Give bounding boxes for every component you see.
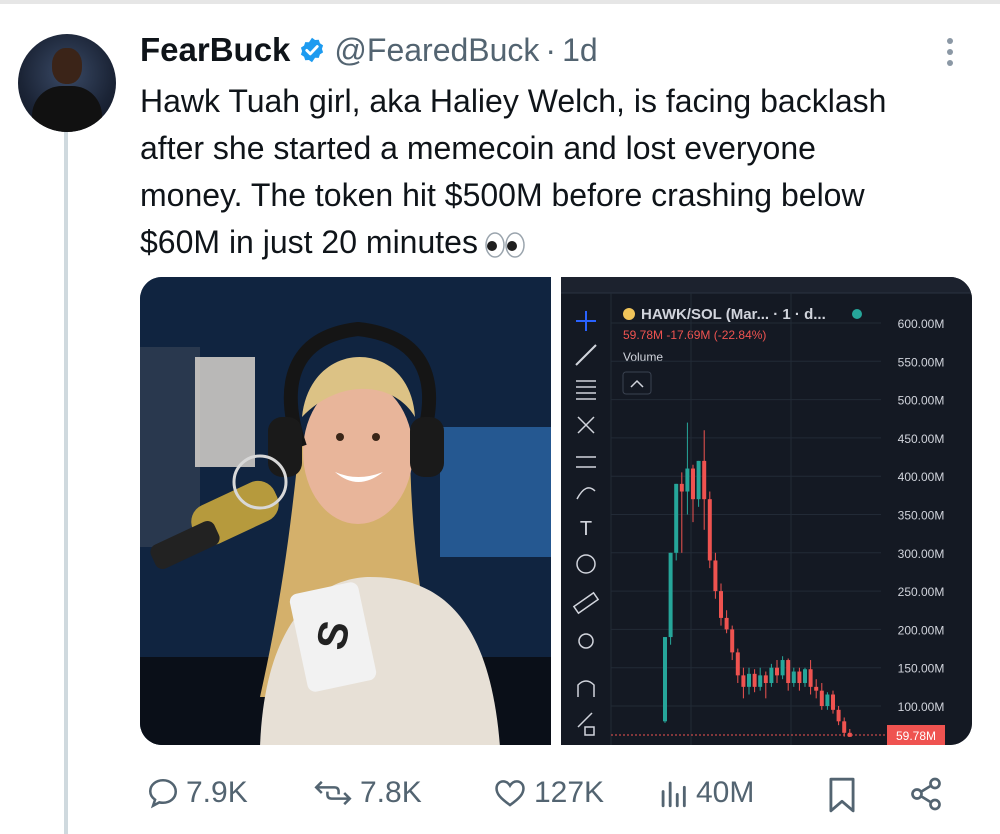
tweet-text-line-last: $60M in just 20 minutes [140,219,980,266]
candle-body [668,552,673,638]
reply-count: 7.9K [186,776,248,809]
candle-body [780,660,785,676]
top-divider [0,0,1000,4]
like-count: 127K [534,776,605,809]
y-tick-label: 500.00M [898,394,945,408]
thread-line [64,130,68,834]
candle-body [747,673,751,687]
candle-body [803,669,807,684]
candle-body [819,690,824,706]
candlestick-chart: T HAWK/SOL (Mar... · 1 · d... 59.78M -17… [561,277,972,745]
candle [668,552,673,645]
tweet-text-line: Hawk Tuah girl, aka Haliey Welch, is fac… [140,83,887,119]
y-tick-label: 150.00M [898,662,945,676]
candle-body [674,483,679,553]
repost-icon [314,780,352,806]
candle-body [713,560,718,592]
candle-body [769,667,774,684]
y-tick-label: 100.00M [898,700,945,714]
y-tick-label: 550.00M [898,355,945,369]
author-name[interactable]: FearBuck [140,31,290,69]
candle-body [808,669,813,687]
reply-icon [148,778,178,809]
media-photo[interactable]: S [140,277,551,745]
media-grid[interactable]: S T HAWK/SOL (Mar... · 1 · d... 59.78M -… [140,277,972,745]
avatar[interactable] [18,34,116,132]
like-button[interactable]: 127K [492,776,604,810]
candle [707,491,712,569]
candle-body [696,460,701,500]
candle-body [702,460,707,500]
candle-body [735,652,740,676]
candle-body [758,675,763,687]
y-tick-label: 400.00M [898,470,945,484]
podcast-photo-illustration: S [140,277,551,745]
views-button[interactable]: 40M [656,776,754,810]
timestamp[interactable]: 1d [562,32,598,69]
candle-body [741,675,746,687]
chart-pair-title[interactable]: HAWK/SOL (Mar... · 1 · d... [641,306,826,323]
bookmark-icon [829,777,855,813]
share-icon [911,777,941,811]
tweet-text-line: after she started a memecoin and lost ev… [140,130,816,166]
candle [663,637,667,723]
price-chart-screenshot[interactable]: T HAWK/SOL (Mar... · 1 · d... 59.78M -17… [561,277,972,745]
tweet-text-line: money. The token hit $500M before crashi… [140,177,865,213]
reply-button[interactable]: 7.9K [146,776,248,810]
more-options-icon[interactable] [942,38,958,72]
candle-body [724,617,729,630]
candle-body [752,673,757,687]
tweet-text-line: $60M in just 20 minutes [140,224,478,260]
candle-body [791,671,796,684]
candle-body [786,660,791,684]
y-tick-label: 600.00M [898,317,945,331]
candle-body [825,694,830,706]
author-handle[interactable]: @FearedBuck [334,32,539,69]
bookmark-button[interactable] [826,776,864,814]
y-tick-label: 250.00M [898,585,945,599]
candle-body [685,468,690,492]
tweet-header: FearBuck @FearedBuck · 1d [140,30,598,70]
candle-body [663,637,667,722]
candle-body [775,667,779,676]
y-tick-label: 450.00M [898,432,945,446]
y-tick-label: 200.00M [898,623,945,637]
candle-body [719,591,723,618]
separator-dot: · [545,31,557,68]
candle-body [707,499,712,561]
candle-body [763,675,768,684]
views-count: 40M [696,776,755,809]
tweet-text: Hawk Tuah girl, aka Haliey Welch, is fac… [140,78,980,266]
y-tick-label: 300.00M [898,547,945,561]
y-tick-label: 350.00M [898,509,945,523]
repost-count: 7.8K [360,776,422,809]
share-button[interactable] [908,776,950,812]
candle-body [730,629,735,653]
repost-button[interactable]: 7.8K [312,776,422,810]
chart-volume-label: Volume [623,350,663,364]
candle-body [691,468,695,500]
svg-text:T: T [580,518,592,540]
candle [674,483,679,561]
candle-body [679,483,684,492]
current-price-label: 59.78M [896,729,936,743]
views-bar-chart-icon [661,781,686,808]
chart-price-line: 59.78M -17.69M (-22.84%) [623,328,766,342]
candle-body [831,694,835,710]
eyes-emoji-icon [485,231,525,258]
verified-badge-icon [301,37,324,63]
candle-body [797,671,802,684]
candle-body [814,686,819,691]
candle-body [836,709,841,722]
tweet-actions-bar: 7.9K 7.8K 127K 40M [140,770,990,826]
heart-icon [495,780,525,807]
candle-body [842,721,847,733]
